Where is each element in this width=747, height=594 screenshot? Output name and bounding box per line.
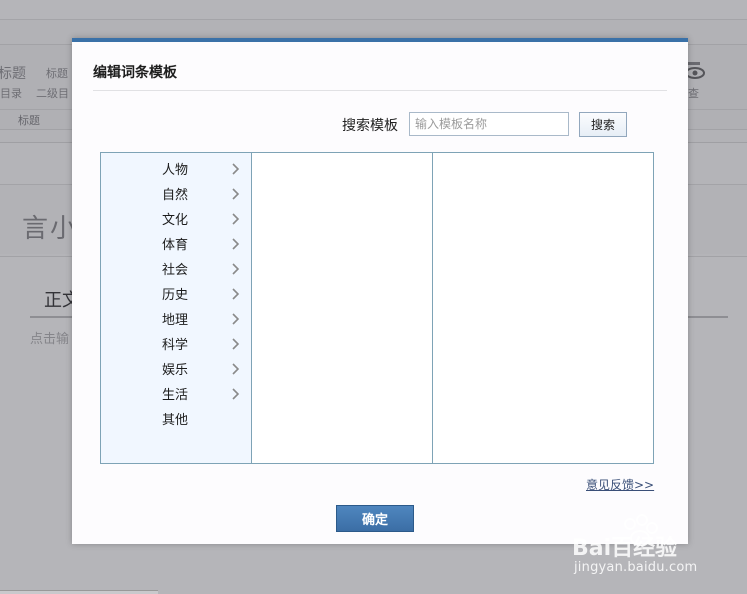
ribbon-heading-1: 标题: [0, 66, 26, 82]
dialog-title-divider: [93, 90, 667, 91]
ribbon-heading-2: 标题: [46, 67, 68, 80]
search-button[interactable]: 搜索: [579, 112, 627, 137]
category-item[interactable]: 娱乐: [101, 357, 252, 382]
category-item[interactable]: 人物: [101, 157, 252, 182]
article-title: 言小: [22, 214, 79, 244]
editor-bottom-bar: [0, 590, 158, 594]
ribbon-toc: 目录: [0, 87, 22, 100]
category-item[interactable]: 科学: [101, 332, 252, 357]
category-label: 体育: [162, 238, 189, 253]
ribbon-toc-level2: 二级目: [36, 87, 69, 100]
chevron-right-icon: [232, 213, 240, 225]
search-template-input[interactable]: [409, 112, 569, 136]
category-label: 文化: [162, 213, 189, 228]
category-item[interactable]: 体育: [101, 232, 252, 257]
chevron-right-icon: [232, 388, 240, 400]
chevron-right-icon: [232, 288, 240, 300]
category-item[interactable]: 其他: [101, 407, 252, 432]
confirm-button[interactable]: 确定: [336, 505, 414, 532]
category-item[interactable]: 生活: [101, 382, 252, 407]
watermark-logo: Bai百经验: [572, 536, 678, 561]
ribbon-group-label: 标题: [18, 114, 40, 127]
category-label: 地理: [162, 313, 189, 328]
chevron-right-icon: [232, 263, 240, 275]
chevron-right-icon: [232, 338, 240, 350]
body-placeholder: 点击输: [30, 332, 70, 347]
ribbon-preview-label: 查: [688, 87, 699, 100]
category-label: 娱乐: [162, 363, 189, 378]
edit-template-dialog: 编辑词条模板 搜索模板 搜索 人物自然文化体育社会历史地理科学娱乐生活其他 意见…: [72, 38, 688, 544]
chevron-right-icon: [232, 188, 240, 200]
template-category-picker: 人物自然文化体育社会历史地理科学娱乐生活其他: [100, 152, 654, 464]
chevron-right-icon: [232, 238, 240, 250]
category-item[interactable]: 文化: [101, 207, 252, 232]
chevron-right-icon: [232, 313, 240, 325]
subcategory-column: [252, 153, 433, 463]
category-item[interactable]: 社会: [101, 257, 252, 282]
search-template-label: 搜索模板: [342, 118, 398, 134]
category-label: 社会: [162, 263, 189, 278]
category-label: 人物: [162, 163, 189, 178]
category-item[interactable]: 地理: [101, 307, 252, 332]
category-list: 人物自然文化体育社会历史地理科学娱乐生活其他: [101, 157, 252, 432]
category-label: 历史: [162, 288, 189, 303]
category-label: 其他: [162, 413, 189, 428]
category-label: 生活: [162, 388, 189, 403]
category-column: 人物自然文化体育社会历史地理科学娱乐生活其他: [101, 153, 252, 463]
category-item[interactable]: 历史: [101, 282, 252, 307]
template-column: [433, 153, 653, 463]
dialog-title: 编辑词条模板: [93, 65, 177, 81]
watermark-url: jingyan.baidu.com: [574, 560, 698, 575]
chevron-right-icon: [232, 163, 240, 175]
feedback-link[interactable]: 意见反馈>>: [586, 476, 654, 493]
editor-top-strip: [0, 0, 747, 20]
category-item[interactable]: 自然: [101, 182, 252, 207]
category-label: 科学: [162, 338, 189, 353]
category-label: 自然: [162, 188, 189, 203]
chevron-right-icon: [232, 363, 240, 375]
